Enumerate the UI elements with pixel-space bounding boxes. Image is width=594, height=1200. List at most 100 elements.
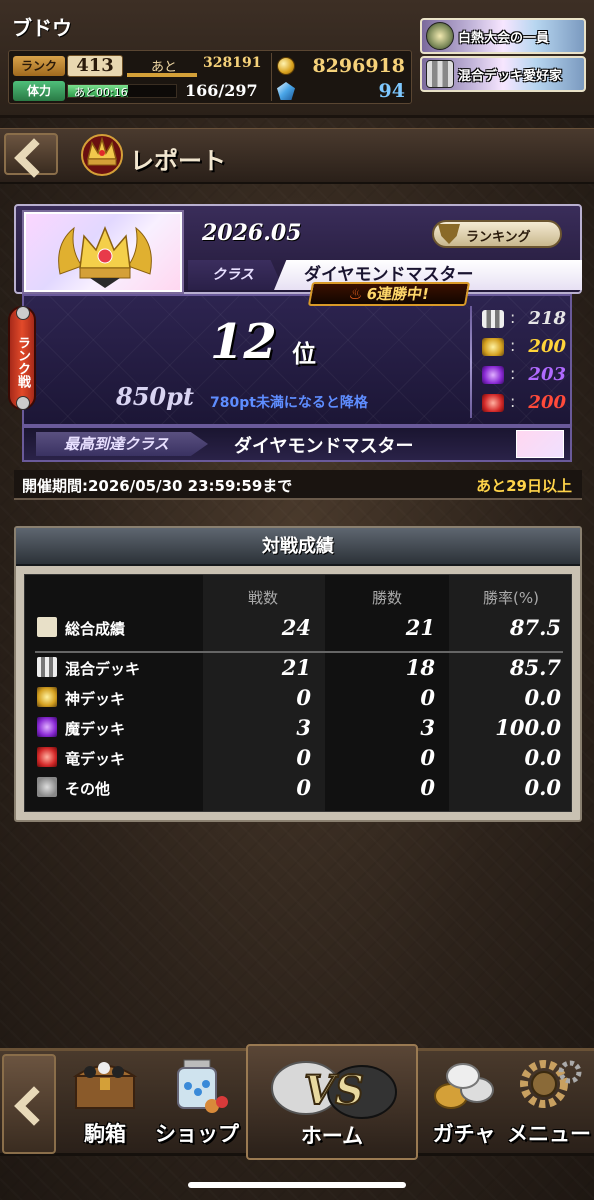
page-title: レポート (130, 147, 226, 175)
battles-value: 0 (296, 685, 311, 710)
column-header-battles: 戦数 (247, 589, 278, 607)
win-rate-value: 0.0 (524, 685, 561, 710)
title-bar: レポート (0, 128, 594, 184)
gem-count: 94 (378, 80, 405, 102)
win-rate-value: 100.0 (495, 715, 561, 740)
battles-value: 0 (296, 775, 311, 800)
row-label: 竜デッキ (65, 750, 126, 768)
separator: : (510, 336, 516, 355)
exp-to-next: 328191 (203, 55, 262, 71)
rank-suffix: 位 (292, 340, 316, 368)
report-card: 2026.05 ランキング クラス ダイヤモンドマスター ♨6連勝中! ランク戦… (8, 198, 582, 502)
report-header: 2026.05 ランキング クラス ダイヤモンドマスター (14, 204, 582, 294)
divider (271, 53, 272, 101)
stat-panel: ランク 413 あと 328191 体力 あと00:16 166/297 829… (8, 50, 412, 104)
svg-text:VS: VS (304, 1067, 364, 1114)
win-streak-text: 6連勝中! (364, 285, 431, 303)
nav-label: 駒箱 (84, 1122, 126, 1146)
row-label: 神デッキ (65, 690, 126, 708)
nav-label: ホーム (300, 1124, 364, 1148)
win-rate-value: 0.0 (524, 775, 561, 800)
deck-stat-demon: : 203 (482, 364, 572, 388)
wins-value: 18 (405, 655, 435, 680)
stamina-timer: あと00:16 (74, 86, 128, 99)
battle-record-panel: 対戦成績 戦数 勝数 勝率(%) 総合成績 24 21 87.5 混合デッキ 2… (14, 526, 582, 822)
home-indicator (188, 1182, 406, 1188)
separator: : (510, 392, 516, 411)
deck-stat-value: 200 (528, 336, 566, 357)
deck-stat-value: 218 (528, 308, 566, 329)
other-icon (37, 777, 57, 797)
battle-record-title: 対戦成績 (16, 528, 580, 566)
report-month: 2026.05 (202, 220, 302, 246)
god-deck-icon (482, 338, 504, 356)
dragon-deck-icon (37, 747, 57, 767)
diamond-master-crown-icon (58, 226, 152, 288)
ranking-button[interactable]: ランキング (432, 220, 562, 248)
rank-label: ランク (13, 56, 65, 76)
nav-label: ショップ (155, 1122, 239, 1146)
event-period-bar: 開催期間:2026/05/30 23:59:59まで あと29日以上 (14, 470, 582, 500)
wins-value: 0 (420, 745, 435, 770)
battles-value: 3 (296, 715, 311, 740)
nav-item-menu[interactable]: メニュー (506, 1054, 592, 1154)
nav-item-gacha[interactable]: ガチャ (424, 1054, 504, 1154)
event-period: 開催期間:2026/05/30 23:59:59まで (22, 477, 293, 495)
stamina-bar: あと00:16 (67, 84, 177, 99)
gacha-coins-icon (434, 1063, 494, 1109)
nav-back-button[interactable] (2, 1054, 56, 1154)
wins-value: 21 (405, 615, 435, 640)
deck-stat-value: 200 (528, 392, 566, 413)
battles-value: 24 (281, 615, 311, 640)
table-row: 総合成績 24 21 87.5 (25, 613, 573, 643)
rank-battle-tab[interactable]: ランク戦 (8, 306, 36, 410)
column-header-win-rate: 勝率(%) (483, 589, 539, 607)
nav-item-piece-box[interactable]: 駒箱 (62, 1054, 148, 1154)
nav-item-home[interactable]: VS ホーム (246, 1044, 418, 1160)
battles-value: 0 (296, 745, 311, 770)
flame-icon: ♨ (347, 285, 365, 303)
gem-icon (277, 82, 295, 100)
column-header-wins: 勝数 (371, 589, 402, 607)
time-remaining: あと29日以上 (476, 477, 572, 495)
best-class-emblem-icon (516, 430, 564, 458)
ranking-icon (438, 224, 460, 244)
class-emblem (24, 212, 182, 292)
best-class-value: ダイヤモンドマスター (234, 436, 414, 457)
battle-record-table: 戦数 勝数 勝率(%) 総合成績 24 21 87.5 混合デッキ 21 18 … (24, 574, 572, 812)
row-label: その他 (65, 780, 111, 798)
god-deck-icon (37, 687, 57, 707)
ranking-button-label: ランキング (466, 230, 531, 245)
win-rate-value: 87.5 (509, 615, 561, 640)
best-class-row: 最高到達クラス ダイヤモンドマスター (22, 426, 572, 462)
total-stats-icon (37, 617, 57, 637)
back-button[interactable] (4, 133, 58, 175)
stamina-label: 体力 (13, 81, 65, 101)
row-label: 魔デッキ (65, 720, 126, 738)
tournament-emblem-icon (426, 22, 454, 50)
wins-value: 0 (420, 685, 435, 710)
nav-label: メニュー (507, 1122, 591, 1146)
nav-label: ガチャ (432, 1122, 496, 1146)
win-rate-value: 85.7 (509, 655, 561, 680)
demon-deck-icon (37, 717, 57, 737)
gear-icon (520, 1060, 582, 1108)
win-rate-value: 0.0 (524, 745, 561, 770)
separator: : (510, 308, 516, 327)
title-badge-tournament[interactable]: 白熱大会の一員 (420, 18, 586, 54)
table-row: 混合デッキ 21 18 85.7 (25, 653, 573, 683)
player-name: ブドウ (12, 16, 72, 40)
exp-bar (127, 73, 197, 77)
title-badge-label: 混合デッキ愛好家 (458, 69, 563, 84)
vs-coins-icon: VS (271, 1061, 397, 1119)
nav-item-shop[interactable]: ショップ (152, 1054, 242, 1154)
mixed-deck-icon (426, 60, 454, 88)
title-badge-label: 白熱大会の一員 (458, 31, 550, 46)
treasure-chest-icon (72, 1062, 138, 1109)
wins-value: 3 (420, 715, 435, 740)
player-rank: 413 (67, 55, 123, 77)
bottom-navigation: 駒箱 ショップ VS ホーム ガチャ メニュー (0, 1040, 594, 1160)
mixed-deck-icon (37, 657, 57, 677)
deck-stat-mixed: : 218 (482, 308, 572, 332)
title-badge-mixed-deck[interactable]: 混合デッキ愛好家 (420, 56, 586, 92)
